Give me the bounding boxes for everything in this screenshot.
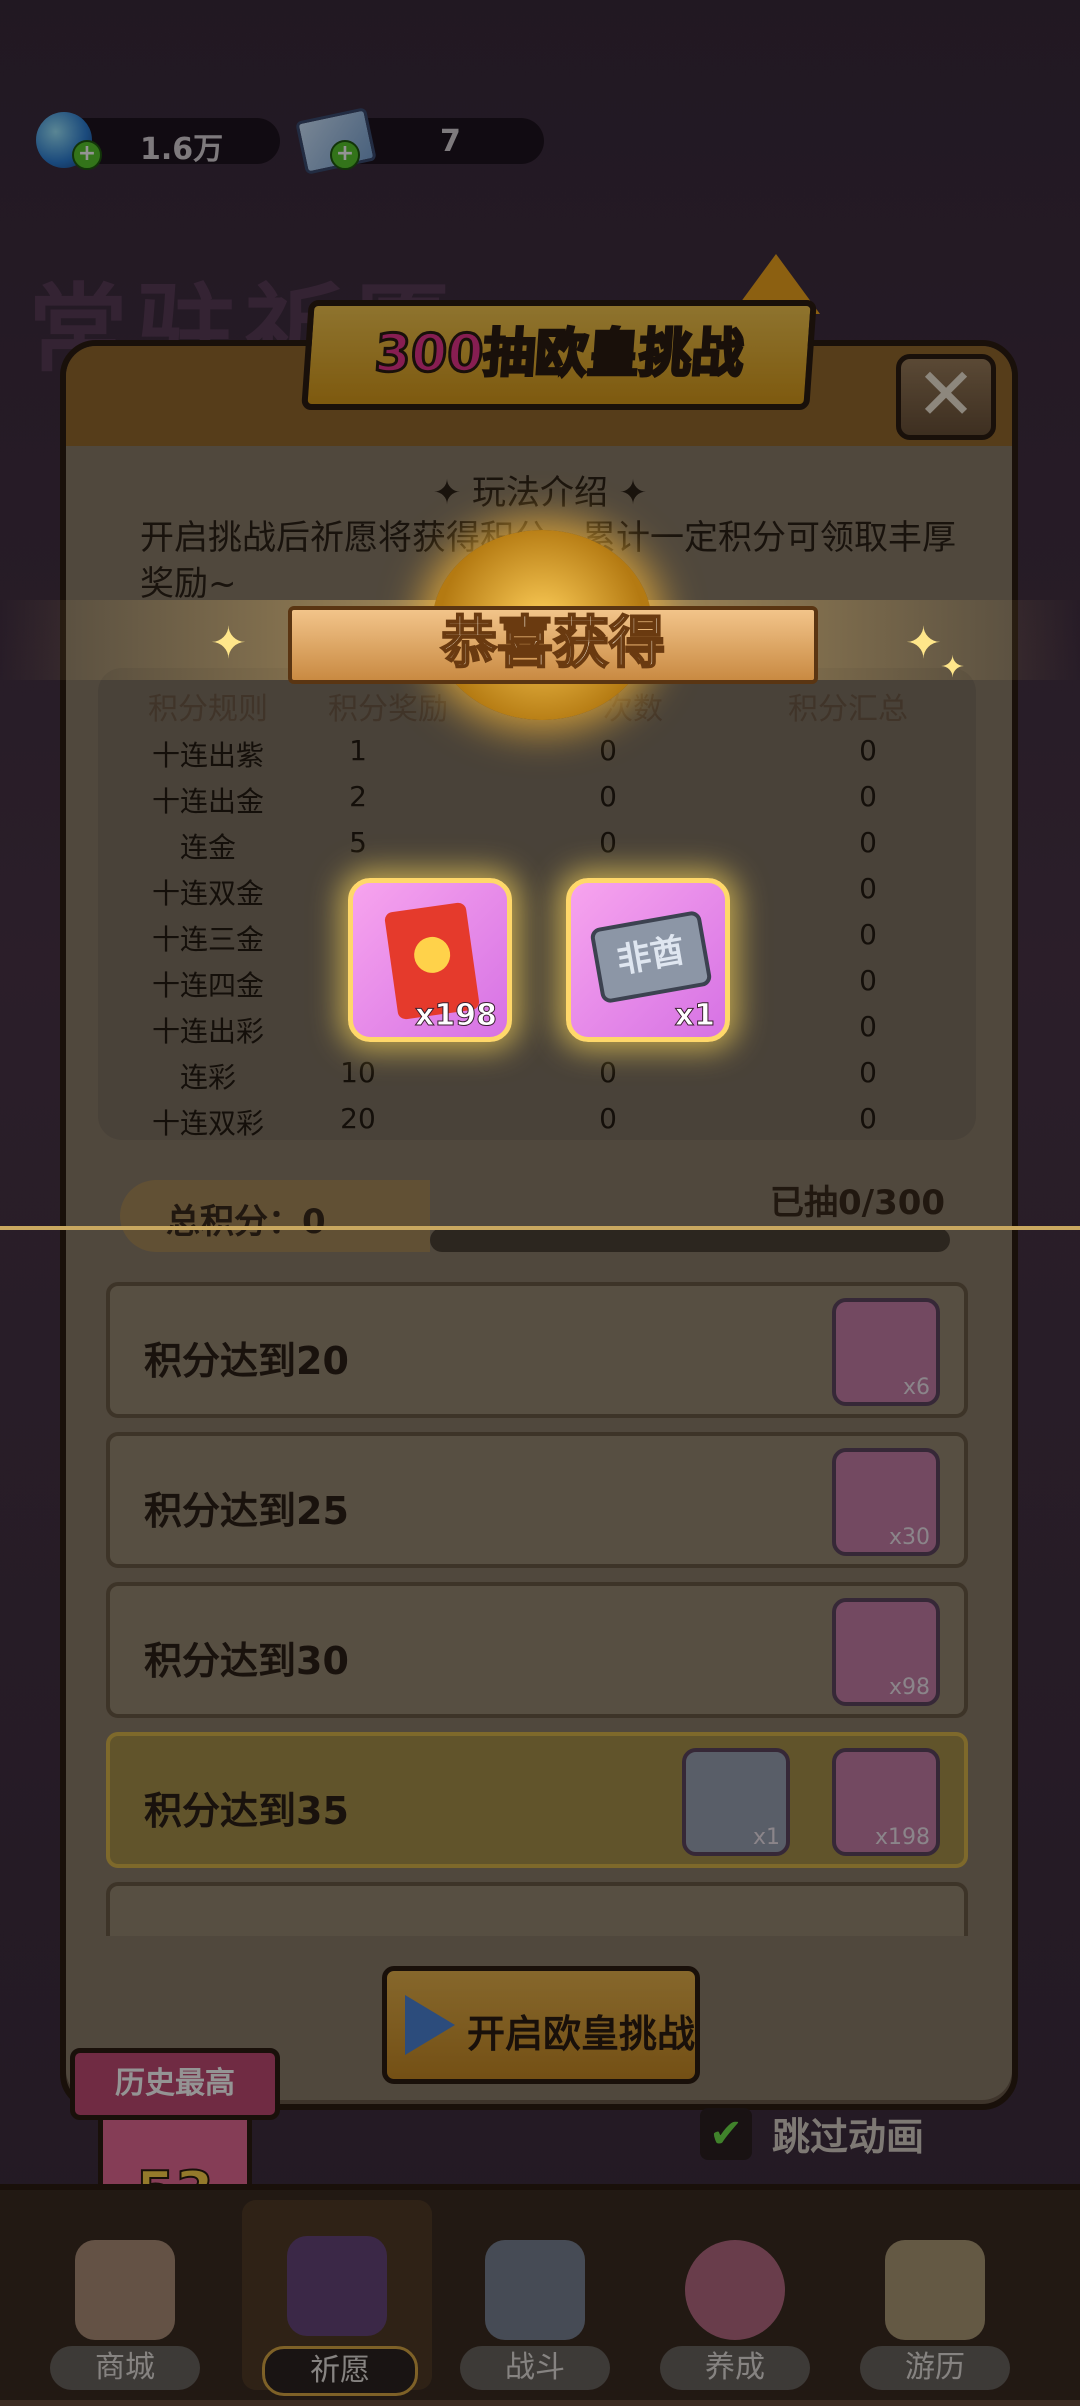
popup-reward-badge-card: 非酋 x1: [566, 878, 730, 1042]
sparkle-icon: ✦: [210, 618, 247, 669]
reward-count: x1: [674, 998, 715, 1034]
congrats-title: 恭喜获得: [440, 610, 666, 677]
popup-overlay[interactable]: [0, 0, 1080, 2400]
sparkle-icon: ✦: [940, 650, 966, 685]
glow-divider: [0, 1226, 1080, 1230]
sparkle-icon: ✦: [905, 618, 942, 669]
popup-reward-red-packet: x198: [348, 878, 512, 1042]
reward-count: x198: [415, 998, 498, 1034]
badge-card-icon: 非酋: [589, 909, 713, 1005]
